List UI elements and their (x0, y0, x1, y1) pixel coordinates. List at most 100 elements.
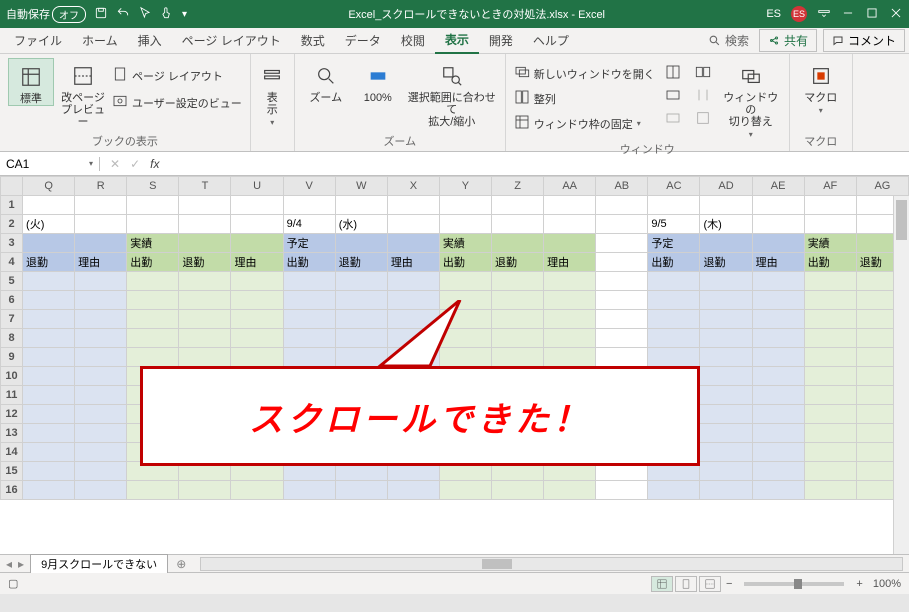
row-header[interactable]: 16 (1, 481, 23, 500)
cell[interactable] (75, 386, 127, 405)
cell[interactable] (23, 329, 75, 348)
cell[interactable] (752, 405, 804, 424)
cell[interactable] (75, 367, 127, 386)
cell[interactable] (700, 481, 752, 500)
cell[interactable]: (火) (23, 215, 75, 234)
cell[interactable] (335, 234, 387, 253)
row-header[interactable]: 15 (1, 462, 23, 481)
cell[interactable] (335, 196, 387, 215)
cell[interactable] (752, 310, 804, 329)
col-header[interactable]: V (283, 177, 335, 196)
cell[interactable] (335, 272, 387, 291)
cell[interactable] (127, 215, 179, 234)
cell[interactable] (596, 481, 648, 500)
cell[interactable]: 予定 (648, 234, 700, 253)
cell[interactable]: 実績 (127, 234, 179, 253)
macro-button[interactable]: マクロ ▾ (798, 58, 844, 115)
row-header[interactable]: 5 (1, 272, 23, 291)
cell[interactable] (492, 272, 544, 291)
cell[interactable] (127, 481, 179, 500)
cell[interactable] (596, 272, 648, 291)
cell[interactable] (179, 272, 231, 291)
row-header[interactable]: 13 (1, 424, 23, 443)
cell[interactable] (75, 272, 127, 291)
cell[interactable] (75, 196, 127, 215)
sheet-nav-next[interactable]: ▸ (18, 557, 24, 571)
cell[interactable]: 退勤 (23, 253, 75, 272)
arrange-button[interactable]: 整列 (514, 89, 655, 108)
cell[interactable] (231, 215, 283, 234)
cell[interactable] (127, 291, 179, 310)
cell[interactable] (231, 272, 283, 291)
cell[interactable] (492, 196, 544, 215)
cell[interactable] (439, 196, 491, 215)
row-header[interactable]: 11 (1, 386, 23, 405)
col-header[interactable]: Q (23, 177, 75, 196)
cell[interactable] (752, 462, 804, 481)
cell[interactable] (752, 443, 804, 462)
cell[interactable] (23, 386, 75, 405)
cell[interactable]: 9/4 (283, 215, 335, 234)
cell[interactable]: 予定 (283, 234, 335, 253)
cell[interactable] (179, 291, 231, 310)
cell[interactable] (231, 291, 283, 310)
undo-icon[interactable] (116, 6, 130, 23)
cell[interactable] (804, 215, 856, 234)
record-macro-icon[interactable]: ▢ (8, 577, 18, 590)
cell[interactable] (127, 272, 179, 291)
cell[interactable] (283, 196, 335, 215)
cell[interactable] (439, 481, 491, 500)
cell[interactable] (700, 291, 752, 310)
zoom-in-button[interactable]: + (852, 578, 866, 590)
cell[interactable] (596, 253, 648, 272)
cell[interactable]: 9/5 (648, 215, 700, 234)
cell[interactable]: 理由 (231, 253, 283, 272)
cell[interactable]: (水) (335, 215, 387, 234)
row-header[interactable]: 6 (1, 291, 23, 310)
tab-data[interactable]: データ (335, 28, 391, 53)
cell[interactable] (283, 291, 335, 310)
cell[interactable]: 退勤 (179, 253, 231, 272)
col-header[interactable]: AD (700, 177, 752, 196)
cell[interactable] (804, 291, 856, 310)
tab-insert[interactable]: 挿入 (128, 28, 172, 53)
fx-icon[interactable]: fx (150, 157, 159, 171)
normal-view-toggle[interactable] (651, 576, 673, 592)
cell[interactable] (231, 196, 283, 215)
cell[interactable] (387, 196, 439, 215)
tab-file[interactable]: ファイル (4, 28, 72, 53)
cell[interactable] (752, 481, 804, 500)
col-header[interactable]: R (75, 177, 127, 196)
col-header[interactable]: AC (648, 177, 700, 196)
zoom-out-button[interactable]: − (722, 578, 736, 590)
cell[interactable] (700, 348, 752, 367)
cell[interactable] (283, 272, 335, 291)
cell[interactable]: 退勤 (492, 253, 544, 272)
custom-views-button[interactable]: ユーザー設定のビュー (112, 93, 242, 112)
sync-scroll-icon[interactable] (695, 87, 711, 106)
hide-icon[interactable] (665, 87, 681, 106)
tab-formulas[interactable]: 数式 (291, 28, 335, 53)
cancel-icon[interactable]: ✕ (110, 157, 120, 171)
col-header[interactable]: Y (439, 177, 491, 196)
cell[interactable] (804, 424, 856, 443)
cell[interactable] (700, 329, 752, 348)
worksheet-grid[interactable]: QRSTUVWXYZAAABACADAEAFAG12(火)9/4(水)9/5(木… (0, 176, 909, 554)
cell[interactable] (596, 291, 648, 310)
search-box[interactable]: 検索 (708, 32, 749, 49)
cell[interactable] (700, 405, 752, 424)
cell[interactable] (804, 462, 856, 481)
cell[interactable] (700, 272, 752, 291)
cell[interactable] (752, 272, 804, 291)
cell[interactable] (700, 367, 752, 386)
horizontal-scrollbar[interactable] (200, 557, 903, 571)
cell[interactable] (23, 234, 75, 253)
cell[interactable] (75, 348, 127, 367)
user-badge[interactable]: ES (791, 6, 807, 22)
cell[interactable] (700, 196, 752, 215)
close-icon[interactable] (889, 6, 903, 23)
cell[interactable]: 実績 (439, 234, 491, 253)
cell[interactable] (544, 272, 596, 291)
row-header[interactable]: 7 (1, 310, 23, 329)
row-header[interactable]: 1 (1, 196, 23, 215)
